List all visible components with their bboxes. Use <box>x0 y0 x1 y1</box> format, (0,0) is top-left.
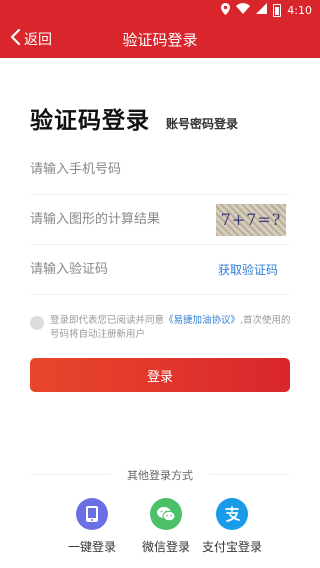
captcha-text: 7+7=? <box>220 210 282 229</box>
code-field-row: 获取验证码 <box>30 245 290 295</box>
phone-input[interactable] <box>30 162 200 177</box>
status-time: 4:10 <box>287 3 312 17</box>
agreement-text: 登录即代表您已阅读并同意《易捷加油协议》,首次使用的号码将自动注册新用户 <box>50 314 292 342</box>
captcha-image[interactable]: 7+7=? <box>216 203 286 236</box>
phone-field-row <box>30 145 290 195</box>
page-title: 验证码登录 <box>30 108 150 134</box>
other-login-title: 其他登录方式 <box>127 469 193 482</box>
chevron-left-icon <box>10 28 22 49</box>
one-click-login-label: 一键登录 <box>67 540 116 554</box>
agreement-prefix: 登录即代表您已阅读并同意 <box>50 315 165 326</box>
wechat-icon <box>150 498 182 530</box>
get-code-button[interactable]: 获取验证码 <box>218 261 278 278</box>
signal-icon <box>256 3 268 17</box>
captcha-input[interactable] <box>30 212 200 227</box>
alipay-login-label: 支付宝登录 <box>201 540 262 554</box>
captcha-field-row: 7+7=? <box>30 195 290 245</box>
alipay-icon <box>216 498 248 530</box>
alipay-login-button[interactable]: 支付宝登录 <box>192 498 272 555</box>
nav-bar: 返回 验证码登录 <box>0 20 320 58</box>
one-click-login-button[interactable]: 一键登录 <box>52 498 132 555</box>
status-bar: 4:10 <box>0 0 320 20</box>
divider-right <box>210 474 290 475</box>
battery-icon <box>273 3 282 17</box>
phone-icon <box>76 498 108 530</box>
code-input[interactable] <box>30 262 200 277</box>
wechat-login-label: 微信登录 <box>141 540 190 554</box>
heading-row: 验证码登录 账号密码登录 <box>30 101 238 135</box>
agreement-checkbox[interactable] <box>30 316 44 330</box>
back-label: 返回 <box>24 32 52 48</box>
agreement-link[interactable]: 《易捷加油协议》 <box>164 315 240 326</box>
wifi-icon <box>236 3 251 17</box>
agreement-row: 登录即代表您已阅读并同意《易捷加油协议》,首次使用的号码将自动注册新用户 <box>30 314 292 342</box>
back-button[interactable]: 返回 <box>0 20 52 58</box>
login-button[interactable]: 登录 <box>30 358 290 392</box>
password-login-link[interactable]: 账号密码登录 <box>166 115 238 132</box>
location-icon <box>221 2 231 18</box>
